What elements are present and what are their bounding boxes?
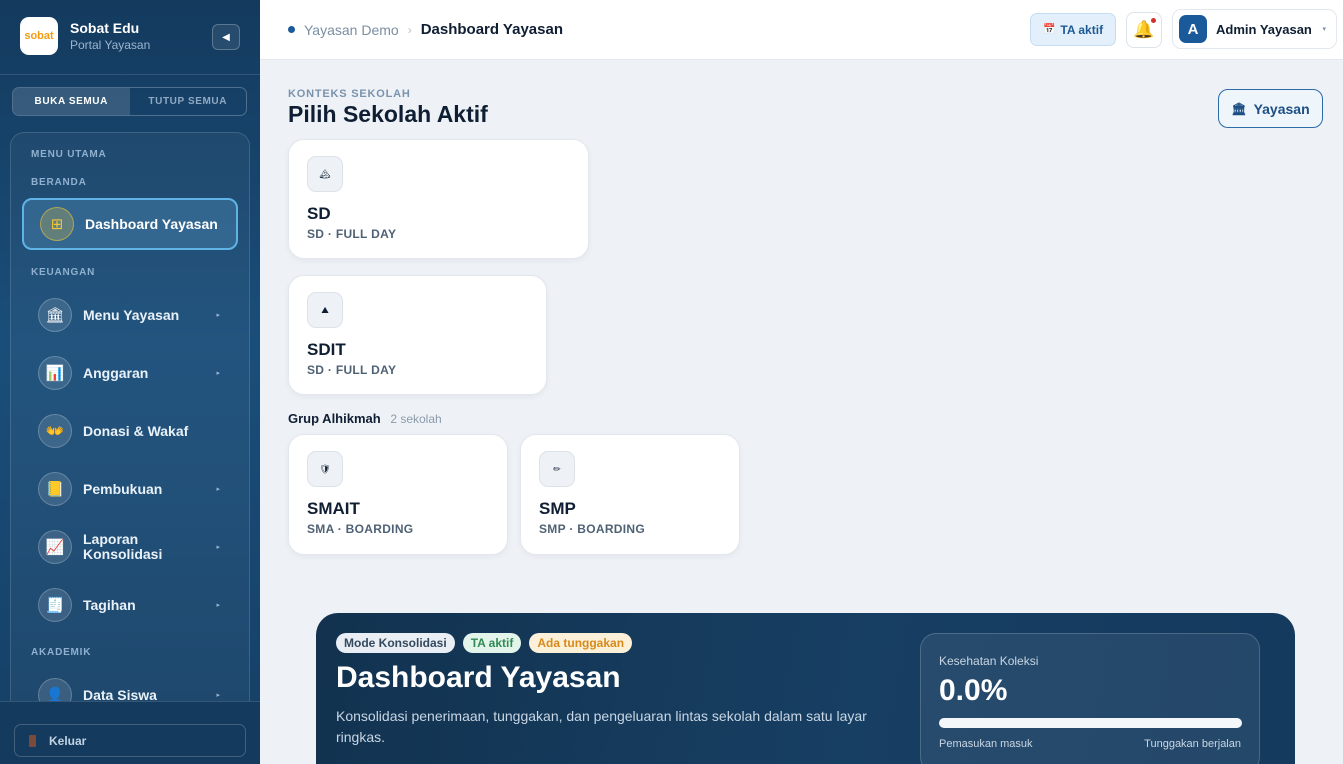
chevron-right-icon: ▸ xyxy=(216,544,220,551)
school-name: SD xyxy=(307,204,331,223)
app-logo: sobat xyxy=(20,17,58,55)
school-name: SMAIT xyxy=(307,499,360,518)
invoice-icon: 🧾 xyxy=(38,588,72,622)
section-finance: KEUANGAN xyxy=(31,267,96,278)
avatar: A xyxy=(1179,15,1207,43)
school-logo-icon: ✏ xyxy=(539,451,575,487)
dashboard-hero: Mode Konsolidasi TA aktif Ada tunggakan … xyxy=(316,613,1295,764)
breadcrumb-root[interactable]: Yayasan Demo xyxy=(304,22,399,38)
context-title: Pilih Sekolah Aktif xyxy=(288,101,488,127)
topbar: Yayasan Demo › Dashboard Yayasan 📅 TA ak… xyxy=(260,0,1343,60)
school-name: SMP xyxy=(539,499,576,518)
sidebar-item-tagihan[interactable]: 🧾 Tagihan ▸ xyxy=(22,579,238,631)
logout-label: Keluar xyxy=(49,733,87,748)
sidebar: sobat Sobat Edu Portal Yayasan ◀ BUKA SE… xyxy=(0,0,260,764)
academic-year-label: TA aktif xyxy=(1060,22,1104,37)
status-badge: Mode Konsolidasi xyxy=(336,633,455,653)
sidebar-item-label: Menu Yayasan xyxy=(83,306,180,323)
app-name: Sobat Edu xyxy=(70,20,140,36)
school-meta: SD · FULL DAY xyxy=(307,363,397,377)
health-left-label: Pemasukan masuk xyxy=(939,738,1033,750)
sidebar-item-label: Pembukuan xyxy=(83,480,163,497)
sidebar-item-menu-yayasan[interactable]: 🏛 Menu Yayasan ▸ xyxy=(22,289,238,341)
sidebar-item-label: Anggaran xyxy=(83,364,149,381)
yayasan-button[interactable]: 🏛 Yayasan xyxy=(1218,89,1323,128)
hero-title: Dashboard Yayasan xyxy=(336,661,621,694)
bell-icon: 🔔 xyxy=(1133,20,1155,39)
school-meta: SMP · BOARDING xyxy=(539,522,645,536)
institution-icon: 🏛 xyxy=(1231,101,1247,116)
chevron-left-icon: ◀ xyxy=(222,31,230,43)
sidebar-item-pembukuan[interactable]: 📒 Pembukuan ▸ xyxy=(22,463,238,515)
sidebar-item-label: Dashboard Yayasan xyxy=(85,215,218,232)
group-name: Grup Alhikmah xyxy=(288,411,381,426)
hero-description: Konsolidasi penerimaan, tunggakan, dan p… xyxy=(336,708,867,745)
status-badge: Ada tunggakan xyxy=(529,633,633,653)
chevron-right-icon: ▸ xyxy=(216,692,220,699)
notifications-button[interactable]: 🔔 xyxy=(1126,12,1162,48)
sidebar-item-label: Laporan Konsolidasi xyxy=(83,531,163,562)
school-card-sd[interactable]: 🏔 SD SD · FULL DAY xyxy=(288,139,589,259)
sidebar-item-label: Tagihan xyxy=(83,596,136,613)
academic-year-badge[interactable]: 📅 TA aktif xyxy=(1030,13,1116,46)
expand-collapse-toggle: BUKA SEMUA TUTUP SEMUA xyxy=(12,87,247,116)
logout-button[interactable]: Keluar xyxy=(14,724,246,757)
expand-all-button[interactable]: BUKA SEMUA xyxy=(13,88,130,115)
school-card-sdit[interactable]: ⛰ SDIT SD · FULL DAY xyxy=(288,275,547,395)
school-logo-icon: ⛰ xyxy=(307,292,343,328)
school-card-smp[interactable]: ✏ SMP SMP · BOARDING xyxy=(520,434,740,555)
section-main-menu: MENU UTAMA xyxy=(31,149,107,160)
sidebar-item-anggaran[interactable]: 📊 Anggaran ▸ xyxy=(22,347,238,399)
chevron-right-icon: ▸ xyxy=(216,370,220,377)
section-academic: AKADEMIK xyxy=(31,647,92,658)
user-menu[interactable]: A Admin Yayasan ▾ xyxy=(1172,9,1337,49)
collapse-all-button[interactable]: TUTUP SEMUA xyxy=(130,88,247,115)
institution-icon: 🏛 xyxy=(38,298,72,332)
school-logo-icon: 🏔 xyxy=(307,156,343,192)
school-card-smait[interactable]: 🛡 SMAIT SMA · BOARDING xyxy=(288,434,508,555)
brand[interactable]: sobat Sobat Edu Portal Yayasan xyxy=(20,17,150,55)
user-name: Admin Yayasan xyxy=(1216,21,1312,37)
school-group-label: Grup Alhikmah 2 sekolah xyxy=(288,411,442,426)
status-chips: Mode Konsolidasi TA aktif Ada tunggakan xyxy=(336,633,640,653)
chevron-down-icon: ▾ xyxy=(1322,26,1326,33)
grid-icon: ⊞ xyxy=(40,207,74,241)
group-count: 2 sekolah xyxy=(390,412,442,426)
collection-health-card: Kesehatan Koleksi 0.0% Pemasukan masuk T… xyxy=(920,633,1260,764)
calendar-icon: 📅 xyxy=(1042,24,1056,35)
dot-icon xyxy=(288,26,295,33)
notification-dot xyxy=(1151,18,1156,23)
sidebar-item-dashboard-yayasan[interactable]: ⊞ Dashboard Yayasan xyxy=(22,198,238,250)
school-meta: SD · FULL DAY xyxy=(307,227,397,241)
health-right-label: Tunggakan berjalan xyxy=(1144,738,1241,750)
sidebar-item-laporan-konsolidasi[interactable]: 📈 Laporan Konsolidasi ▸ xyxy=(22,521,238,573)
ledger-icon: 📒 xyxy=(38,472,72,506)
breadcrumb: Yayasan Demo › Dashboard Yayasan xyxy=(288,21,563,38)
sidebar-item-label: Donasi & Wakaf xyxy=(83,422,189,439)
chevron-right-icon: ▸ xyxy=(216,602,220,609)
chevron-right-icon: › xyxy=(407,22,412,37)
logout-area: Keluar xyxy=(0,701,260,764)
door-icon xyxy=(29,734,36,747)
status-badge: TA aktif xyxy=(462,633,522,653)
context-kicker: KONTEKS SEKOLAH xyxy=(288,88,411,100)
school-meta: SMA · BOARDING xyxy=(307,522,414,536)
health-value: 0.0% xyxy=(939,674,1008,707)
chevron-right-icon: ▸ xyxy=(216,486,220,493)
school-logo-icon: 🛡 xyxy=(307,451,343,487)
chevron-right-icon: ▸ xyxy=(216,312,220,319)
sidebar-item-donasi-wakaf[interactable]: 👐 Donasi & Wakaf xyxy=(22,405,238,457)
app-subtitle: Portal Yayasan xyxy=(70,38,151,52)
school-name: SDIT xyxy=(307,340,346,359)
divider xyxy=(0,74,260,75)
health-progress-bar xyxy=(939,718,1242,728)
yayasan-button-label: Yayasan xyxy=(1253,100,1310,117)
line-chart-icon: 📈 xyxy=(38,530,72,564)
health-label: Kesehatan Koleksi xyxy=(939,654,1039,668)
collapse-sidebar-button[interactable]: ◀ xyxy=(212,24,240,50)
section-home: BERANDA xyxy=(31,177,87,188)
page-title: Dashboard Yayasan xyxy=(420,21,563,38)
bar-chart-icon: 📊 xyxy=(38,356,72,390)
donation-hands-icon: 👐 xyxy=(38,414,72,448)
